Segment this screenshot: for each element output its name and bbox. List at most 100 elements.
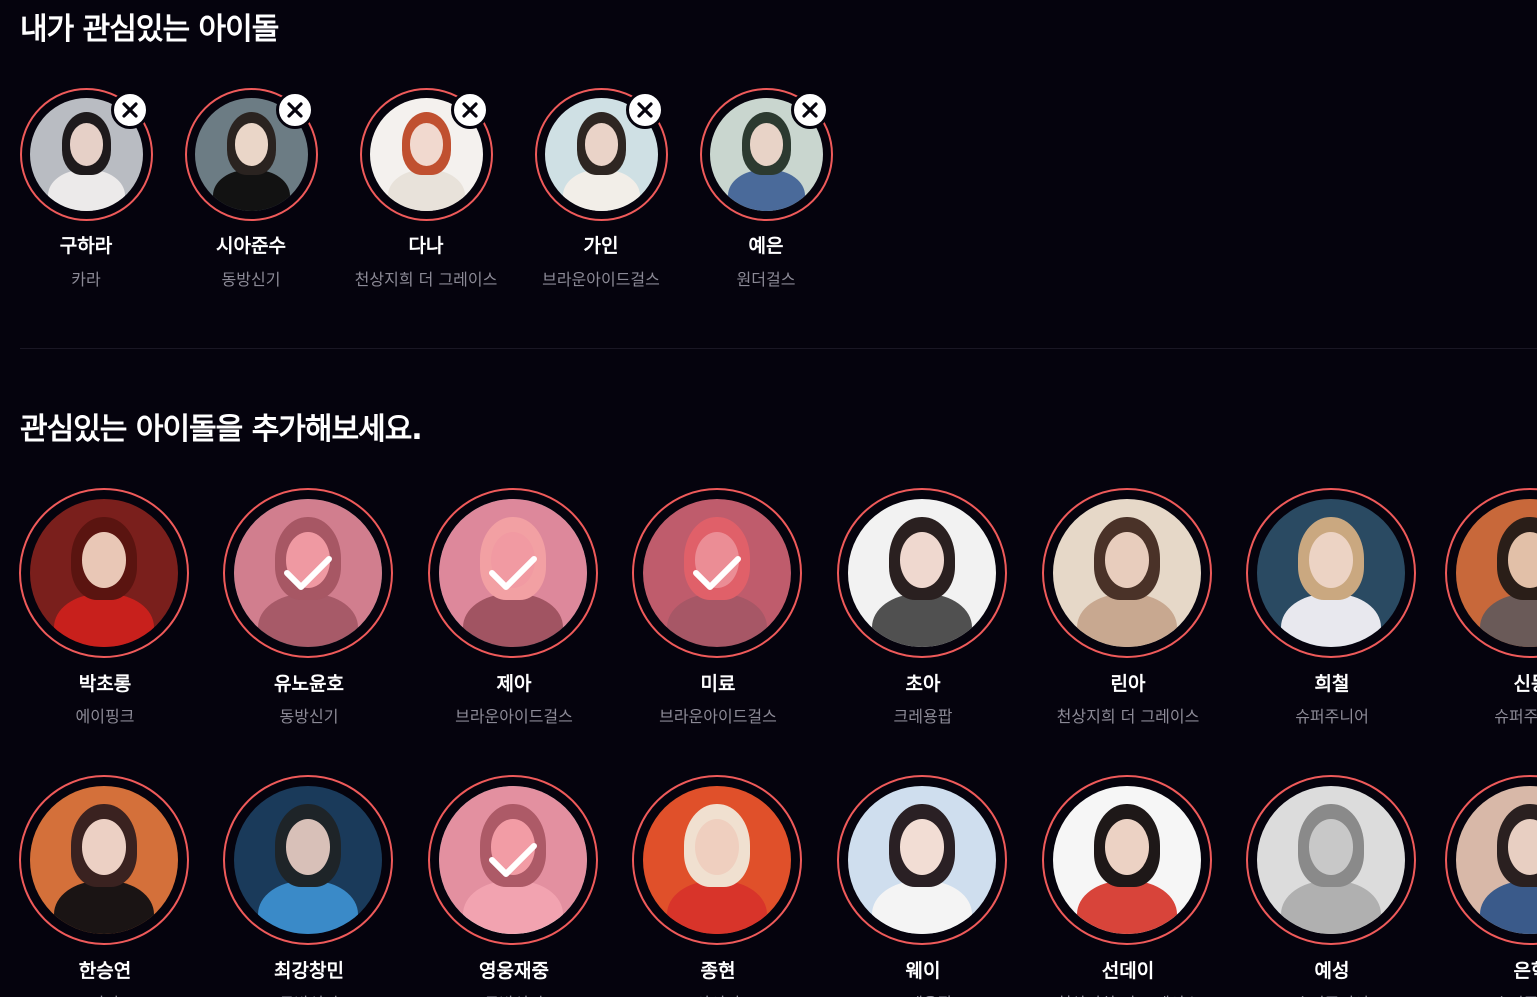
idol-name: 예은 bbox=[748, 235, 784, 257]
suggested-idol[interactable]: 한승연카라 bbox=[3, 775, 207, 997]
idol-group: 천상지희 더 그레이스 bbox=[354, 270, 498, 289]
favorite-idol[interactable]: 다나천상지희 더 그레이스 bbox=[336, 88, 516, 298]
idol-name: 한승연 bbox=[78, 960, 132, 982]
favorite-idol[interactable]: 시아준수 동방신기 bbox=[161, 88, 341, 298]
remove-favorite-button[interactable] bbox=[626, 91, 664, 129]
idol-name: 웨이 bbox=[905, 960, 941, 982]
suggested-idol[interactable]: 박초롱 에이핑크 bbox=[3, 488, 207, 748]
suggested-idol[interactable]: 유노윤호동방신기 bbox=[207, 488, 411, 748]
idol-name: 영웅재중 bbox=[479, 960, 549, 982]
idol-name: 최강창민 bbox=[274, 960, 344, 982]
favorite-idol[interactable]: 구하라카라 bbox=[0, 88, 176, 298]
portrait-face bbox=[899, 531, 945, 588]
idol-name: 린아 bbox=[1110, 673, 1146, 695]
idol-photo-ring bbox=[1246, 488, 1416, 658]
idol-photo bbox=[234, 786, 382, 934]
suggested-idol[interactable]: 제아브라운아이드걸스 bbox=[412, 488, 616, 748]
suggested-idol[interactable]: 은혁슈퍼주니어 bbox=[1429, 775, 1537, 997]
idol-name: 시아준수 bbox=[216, 235, 286, 257]
idol-name: 희철 bbox=[1314, 673, 1350, 695]
remove-favorite-button[interactable] bbox=[111, 91, 149, 129]
portrait-body bbox=[871, 880, 973, 934]
portrait-body bbox=[871, 593, 973, 647]
close-icon bbox=[802, 102, 818, 118]
idol-name: 예성 bbox=[1314, 960, 1350, 982]
favorites-title: 내가 관심있는 아이돌 bbox=[20, 12, 279, 47]
idol-photo bbox=[234, 499, 382, 647]
portrait-face bbox=[1308, 531, 1354, 588]
suggested-idol[interactable]: 린아천상지희 더 그레이스 bbox=[1026, 488, 1230, 748]
favorite-idol[interactable]: 예은 원더걸스 bbox=[676, 88, 856, 298]
suggested-idol[interactable]: 최강창민동방신기 bbox=[207, 775, 411, 997]
idol-name: 초아 bbox=[905, 673, 941, 695]
section-divider bbox=[20, 348, 1537, 349]
check-icon bbox=[693, 556, 741, 590]
idol-group: 천상지희 더 그레이스 bbox=[1026, 990, 1230, 997]
idol-name: 종현 bbox=[700, 960, 736, 982]
idol-photo-ring bbox=[1445, 775, 1537, 945]
idol-group: 크레용팝 bbox=[893, 707, 953, 726]
suggested-idol[interactable]: 미료 브라운아이드걸스 bbox=[616, 488, 820, 748]
suggested-idol[interactable]: 예성슈퍼주니어 bbox=[1230, 775, 1434, 997]
idol-photo bbox=[1456, 786, 1537, 934]
idol-photo bbox=[30, 499, 178, 647]
idol-photo bbox=[643, 786, 791, 934]
idol-group: 슈퍼주니어 bbox=[1494, 707, 1537, 726]
portrait-body bbox=[388, 170, 465, 211]
portrait-face bbox=[1104, 531, 1150, 588]
portrait-face bbox=[409, 122, 444, 166]
idol-photo bbox=[439, 786, 587, 934]
suggested-idol[interactable]: 웨이크레용팝 bbox=[821, 775, 1025, 997]
idol-name: 다나 bbox=[408, 235, 444, 257]
idol-group: 크레용팝 bbox=[821, 990, 1025, 997]
portrait-face bbox=[1104, 818, 1150, 875]
suggested-idol[interactable]: 신동슈퍼주니어 bbox=[1429, 488, 1537, 748]
idol-group: 카라 bbox=[71, 270, 101, 289]
idol-name: 신동 bbox=[1513, 673, 1537, 695]
idol-photo-ring bbox=[1042, 488, 1212, 658]
idol-group: 천상지희 더 그레이스 bbox=[1056, 707, 1200, 726]
suggested-idol[interactable]: 초아크레용팝 bbox=[821, 488, 1025, 748]
idol-group: 슈퍼주니어 bbox=[1295, 707, 1369, 726]
idol-group: 에이핑크 bbox=[75, 707, 135, 726]
portrait-body bbox=[53, 880, 155, 934]
close-icon bbox=[287, 102, 303, 118]
idol-photo-ring bbox=[428, 775, 598, 945]
idol-group: 카라 bbox=[3, 990, 207, 997]
suggested-idol[interactable]: 영웅재중동방신기 bbox=[412, 775, 616, 997]
suggested-idol[interactable]: 종현샤이니 bbox=[616, 775, 820, 997]
suggested-idol[interactable]: 선데이천상지희 더 그레이스 bbox=[1026, 775, 1230, 997]
idol-photo-ring bbox=[632, 775, 802, 945]
idol-photo bbox=[439, 499, 587, 647]
portrait-body bbox=[1280, 880, 1382, 934]
idol-group: 동방신기 bbox=[279, 707, 339, 726]
suggested-idol[interactable]: 희철슈퍼주니어 bbox=[1230, 488, 1434, 748]
idol-name: 유노윤호 bbox=[274, 673, 344, 695]
portrait-body bbox=[1479, 880, 1537, 934]
favorite-idol[interactable]: 가인 브라운아이드걸스 bbox=[511, 88, 691, 298]
idol-name: 가인 bbox=[583, 235, 619, 257]
portrait-body bbox=[666, 880, 768, 934]
portrait-body bbox=[257, 880, 359, 934]
remove-favorite-button[interactable] bbox=[451, 91, 489, 129]
remove-favorite-button[interactable] bbox=[276, 91, 314, 129]
idol-photo bbox=[1456, 499, 1537, 647]
idol-name: 선데이 bbox=[1101, 960, 1155, 982]
idol-name: 제아 bbox=[496, 673, 532, 695]
idol-name: 구하라 bbox=[59, 235, 113, 257]
idol-photo bbox=[30, 786, 178, 934]
portrait-body bbox=[1280, 593, 1382, 647]
portrait-face bbox=[81, 818, 127, 875]
idol-group: 브라운아이드걸스 bbox=[455, 707, 573, 726]
selected-overlay bbox=[234, 499, 382, 647]
portrait-body bbox=[48, 170, 125, 211]
remove-favorite-button[interactable] bbox=[791, 91, 829, 129]
idol-group: 동방신기 bbox=[207, 990, 411, 997]
portrait-face bbox=[749, 122, 784, 166]
portrait-face bbox=[285, 818, 331, 875]
idol-photo bbox=[643, 499, 791, 647]
idol-name: 은혁 bbox=[1513, 960, 1537, 982]
portrait-face bbox=[694, 818, 740, 875]
portrait-body bbox=[563, 170, 640, 211]
portrait-body bbox=[1479, 593, 1537, 647]
